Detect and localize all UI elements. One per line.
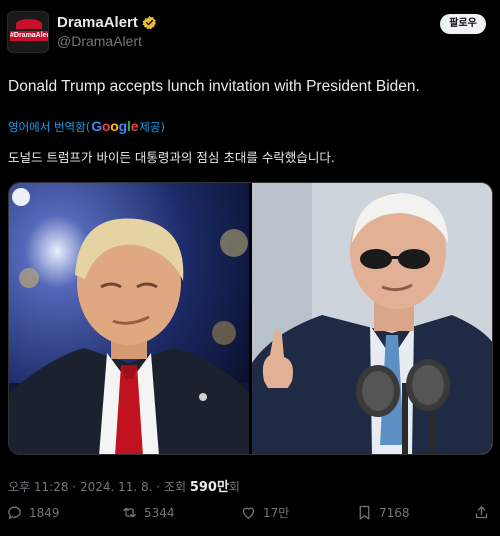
repost-icon [123, 507, 136, 518]
like-icon [242, 507, 255, 519]
bookmark-icon [359, 505, 370, 520]
share-icon [475, 506, 488, 519]
views-count: 590만 [189, 480, 229, 495]
photo-biden[interactable] [252, 183, 492, 454]
verified-badge-icon [142, 15, 156, 30]
reply-count: 1849 [29, 505, 60, 520]
translate-prefix: 영어에서 번역함 [8, 120, 86, 134]
tweet-header: #DramaAlert DramaAlert @DramaAlert 팔로우 [0, 0, 500, 70]
views-label: 조회 [163, 480, 190, 494]
like-count: 17만 [263, 506, 290, 520]
photo-trump[interactable] [9, 183, 249, 454]
avatar-logo-dome [16, 19, 42, 29]
avatar-logo-band: #DramaAlert [10, 31, 49, 41]
tweet-text: Donald Trump accepts lunch invitation wi… [8, 78, 420, 95]
name-row: DramaAlert [57, 14, 157, 31]
repost-count: 5344 [144, 505, 175, 520]
media-grid[interactable] [8, 182, 493, 455]
translated-text: 도널드 트럼프가 바이든 대통령과의 점심 초대를 수락했습니다. [8, 150, 335, 165]
bookmark-button[interactable]: 7168 [356, 504, 410, 521]
tweet-meta: 오후 11:28 · 2024. 11. 8. · 조회 590만회 [8, 476, 240, 495]
follow-button[interactable]: 팔로우 [440, 14, 486, 34]
like-button[interactable]: 17만 [240, 504, 289, 521]
repost-button[interactable]: 5344 [121, 504, 175, 521]
translate-open-paren: ( [85, 120, 91, 134]
views-unit: 회 [228, 480, 240, 494]
photo-trump-illustration [9, 183, 249, 454]
display-name[interactable]: DramaAlert [57, 14, 138, 31]
tweet-date[interactable]: 2024. 11. 8. [80, 480, 153, 494]
translate-attribution[interactable]: 영어에서 번역함 ( Google 제공) [8, 118, 165, 135]
translate-suffix: 제공) [139, 120, 165, 134]
bookmark-count: 7168 [379, 505, 410, 520]
share-button[interactable] [473, 504, 490, 521]
meta-separator: · [152, 480, 164, 494]
action-bar: 1849 5344 17만 7168 [0, 504, 500, 528]
reply-button[interactable]: 1849 [6, 504, 60, 521]
tweet-time[interactable]: 오후 11:28 [8, 480, 68, 494]
meta-separator: · [68, 480, 80, 494]
reply-icon [8, 506, 21, 520]
user-handle[interactable]: @DramaAlert [57, 33, 142, 49]
avatar[interactable]: #DramaAlert [7, 11, 49, 53]
google-logo: Google [91, 118, 139, 134]
photo-biden-illustration [252, 183, 492, 454]
